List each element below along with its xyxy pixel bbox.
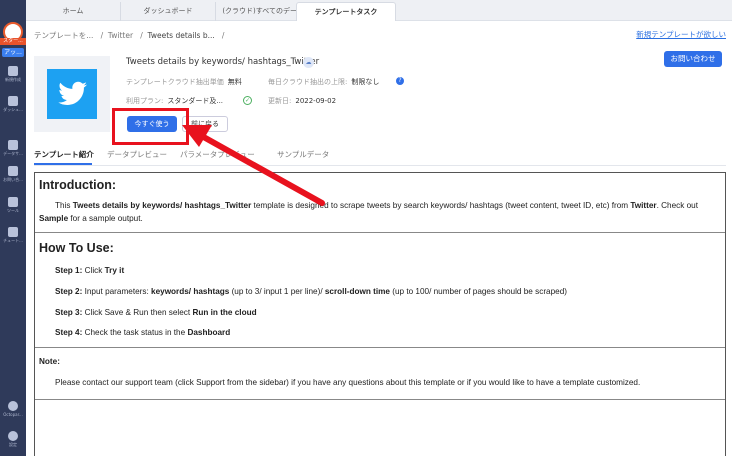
app-window: スター... アッ... 新規作成 ダッシュ... データサ... お問い合..…: [0, 0, 732, 456]
annotation-arrow: [182, 125, 325, 206]
